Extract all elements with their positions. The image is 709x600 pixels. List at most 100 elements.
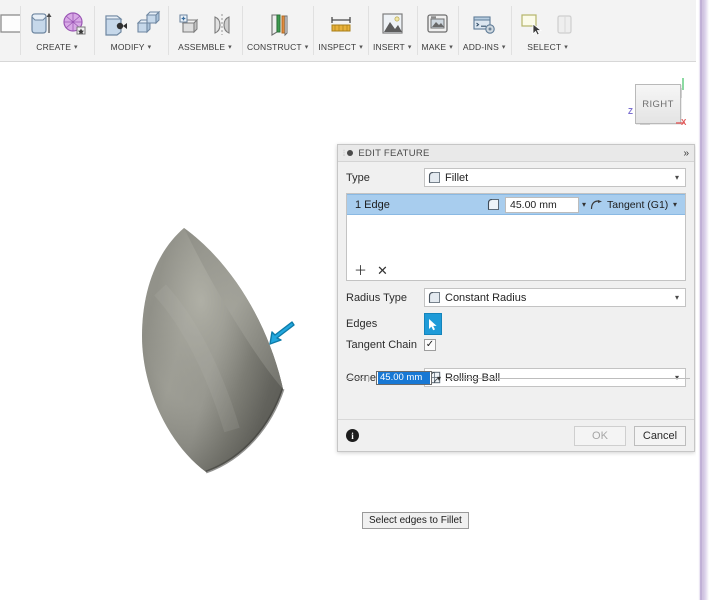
- window-edge-line: [700, 0, 702, 600]
- fillet-icon: [487, 198, 499, 210]
- toolbar-text-insert: INSERT: [372, 42, 405, 52]
- chevron-down-icon[interactable]: ▾: [675, 173, 682, 182]
- view-cube-face[interactable]: RIGHT: [635, 84, 681, 124]
- edges-select-button[interactable]: [424, 313, 442, 335]
- edge-radius-value: 45.00 mm: [510, 198, 557, 211]
- constant-radius-icon: [428, 291, 440, 303]
- type-row: Type Fillet ▾: [346, 168, 686, 187]
- toolbar-label-make: MAKE ▾: [422, 42, 453, 52]
- chevron-down-icon[interactable]: ▾: [582, 200, 586, 209]
- toolbar-text-assemble: ASSEMBLE: [178, 42, 226, 52]
- toolbar-label-construct: CONSTRUCT ▾: [247, 42, 308, 52]
- toolbar-text-create: CREATE: [36, 42, 72, 52]
- checkmark-icon: ✓: [425, 339, 435, 350]
- ok-button[interactable]: OK: [574, 425, 626, 446]
- add-selection-button[interactable]: ＋: [354, 264, 367, 277]
- info-icon[interactable]: i: [346, 429, 359, 442]
- toolbar-text-modify: MODIFY: [110, 42, 145, 52]
- toolbar-text-select: SELECT: [527, 42, 562, 52]
- toolbar-group-partial: [0, 0, 20, 61]
- manipulator-input[interactable]: 45.00 mm: [376, 371, 432, 385]
- view-cube-label: RIGHT: [642, 98, 674, 110]
- edge-list-box[interactable]: 1 Edge 45.00 mm ▾ Tangent (G1) ▾ ＋ ✕: [346, 193, 686, 281]
- chevron-down-icon: ▾: [407, 43, 412, 51]
- radius-type-dropdown[interactable]: Constant Radius ▾: [424, 288, 686, 307]
- toolbar-group-addins[interactable]: ADD-INS ▾: [457, 0, 511, 61]
- cancel-button-label: Cancel: [642, 429, 678, 442]
- insert-image-icon: [382, 13, 403, 34]
- toolbar-group-insert[interactable]: INSERT ▾: [367, 0, 417, 61]
- status-tooltip-text: Select edges to Fillet: [369, 515, 462, 526]
- view-cube-axis-tick-z: [640, 124, 650, 125]
- manipulator-tick: [368, 374, 369, 382]
- chevron-down-icon: ▾: [449, 43, 453, 51]
- manipulator-track-left: [346, 377, 364, 379]
- radius-manipulator[interactable]: 45.00 mm ▾: [340, 370, 692, 386]
- toolbar-label-insert: INSERT ▾: [373, 42, 412, 52]
- toolbar-label-addins: ADD-INS ▾: [463, 42, 506, 52]
- toolbar-label-assemble: ASSEMBLE ▾: [178, 42, 232, 52]
- toolbar-text-addins: ADD-INS: [462, 42, 499, 52]
- radius-type-value: Constant Radius: [445, 291, 527, 304]
- feature-dot-icon: [347, 150, 354, 156]
- edge-list-actions: ＋ ✕: [347, 260, 685, 280]
- chevron-down-icon: ▾: [147, 43, 152, 51]
- chevron-down-icon: ▾: [228, 43, 232, 51]
- remove-selection-button[interactable]: ✕: [377, 264, 388, 277]
- sketch-icon: [0, 14, 20, 33]
- measure-icon: [331, 17, 351, 32]
- toolbar-group-construct[interactable]: CONSTRUCT ▾: [242, 0, 313, 61]
- chevron-down-icon[interactable]: ▾: [673, 200, 677, 209]
- tangent-continuity-icon: [590, 199, 603, 209]
- cyan-arrow-icon: [263, 321, 297, 349]
- tangent-chain-label: Tangent Chain: [346, 339, 417, 351]
- toolbar-group-assemble[interactable]: ASSEMBLE ▾: [168, 0, 242, 61]
- new-component-icon: [179, 14, 199, 34]
- toolbar-group-inspect[interactable]: INSPECT ▾: [313, 0, 368, 61]
- chevron-down-icon: ▾: [359, 43, 363, 51]
- toolbar-label-create: CREATE ▾: [36, 42, 77, 52]
- chevron-down-icon[interactable]: ▾: [437, 374, 441, 383]
- press-pull-icon: [105, 15, 127, 36]
- select-body-icon: [556, 15, 572, 34]
- type-dropdown[interactable]: Fillet ▾: [424, 168, 686, 187]
- toolbar-group-select[interactable]: SELECT ▾: [510, 0, 585, 61]
- offset-plane-icon: [271, 14, 288, 37]
- type-value: Fillet: [445, 171, 469, 184]
- tangent-chain-checkbox[interactable]: ✓: [424, 339, 436, 351]
- radius-type-row: Radius Type Constant Radius ▾: [346, 288, 686, 307]
- ok-button-label: OK: [592, 429, 608, 442]
- chevron-down-icon[interactable]: ▾: [675, 293, 682, 302]
- main-toolbar: CREATE ▾ MODIFY ▾ ASSEMBLE ▾ CONSTRUCT ▾…: [0, 0, 696, 62]
- edge-count-label: 1 Edge: [355, 198, 390, 211]
- type-label: Type: [346, 171, 370, 184]
- edge-continuity-value: Tangent (G1): [607, 198, 669, 211]
- fusion-360-window: CREATE ▾ MODIFY ▾ ASSEMBLE ▾ CONSTRUCT ▾…: [0, 0, 709, 600]
- cancel-button[interactable]: Cancel: [634, 425, 686, 446]
- lens-shaped-solid-body: [142, 228, 285, 474]
- axis-indicator-z: Z: [628, 107, 633, 116]
- expand-chevron-icon[interactable]: »: [683, 148, 689, 159]
- dialog-title-text: EDIT FEATURE: [358, 147, 430, 159]
- status-tooltip: Select edges to Fillet: [362, 512, 469, 529]
- edge-list-row[interactable]: 1 Edge 45.00 mm ▾ Tangent (G1) ▾: [347, 194, 685, 215]
- window-edge-strip: [696, 0, 709, 600]
- toolbar-label-select: SELECT ▾: [527, 42, 568, 52]
- view-cube[interactable]: RIGHT Z X: [628, 74, 692, 132]
- viewport-model-body[interactable]: [140, 220, 330, 480]
- chevron-down-icon: ▾: [74, 43, 78, 51]
- combine-icon: [136, 10, 161, 34]
- edit-feature-dialog[interactable]: ⦙ EDIT FEATURE » Type Fillet ▾ 1 Edge 45…: [337, 144, 695, 452]
- toolbar-group-modify[interactable]: MODIFY ▾: [94, 0, 168, 61]
- toolbar-group-make[interactable]: MAKE ▾: [416, 0, 458, 61]
- edge-radius-input[interactable]: 45.00 mm: [505, 196, 579, 213]
- edge-list-empty-area: [347, 215, 685, 260]
- toolbar-group-create[interactable]: CREATE ▾: [20, 0, 94, 61]
- dialog-title-bar[interactable]: ⦙ EDIT FEATURE »: [338, 145, 694, 162]
- info-glyph: i: [351, 430, 354, 441]
- joint-icon: [214, 14, 230, 35]
- toolbar-label-modify: MODIFY ▾: [111, 42, 152, 52]
- manipulator-value: 45.00 mm: [378, 372, 430, 384]
- cursor-select-icon: [429, 318, 437, 330]
- toolbar-text-construct: CONSTRUCT: [247, 42, 302, 52]
